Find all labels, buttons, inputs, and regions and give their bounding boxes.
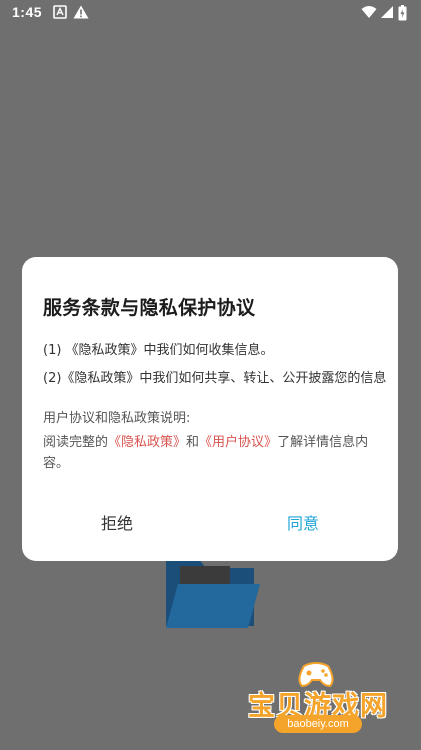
watermark-logo: 宝贝游戏网 baobeiy.com: [244, 660, 394, 740]
privacy-dialog: 服务条款与隐私保护协议 (1) 《隐私政策》中我们如何收集信息。 (2)《隐私政…: [22, 257, 398, 561]
clause-item-2: (2)《隐私政策》中我们如何共享、转让、公开披露您的信息: [43, 371, 387, 386]
watermark-url: baobeiy.com: [274, 715, 362, 733]
reject-button[interactable]: 拒绝: [37, 502, 197, 546]
alert-icon: [73, 5, 89, 22]
note-prefix: 阅读完整的: [43, 435, 109, 450]
agree-button[interactable]: 同意: [223, 502, 383, 546]
privacy-policy-link[interactable]: 《隐私政策》: [108, 435, 186, 450]
clause-item-1: (1) 《隐私政策》中我们如何收集信息。: [43, 343, 274, 358]
status-time: 1:45: [12, 4, 43, 20]
note-label: 用户协议和隐私政策说明:: [43, 411, 191, 426]
a-badge-icon: [53, 5, 67, 22]
dialog-title: 服务条款与隐私保护协议: [43, 297, 256, 319]
signal-icon: [380, 5, 394, 22]
user-agreement-link[interactable]: 《用户协议》: [199, 435, 277, 450]
note-and: 和: [186, 435, 200, 450]
note-body: 阅读完整的《隐私政策》和《用户协议》了解详情信息内容。: [43, 432, 378, 474]
status-bar: 1:45: [0, 0, 421, 26]
battery-icon: [398, 5, 407, 24]
wifi-icon: [361, 5, 377, 22]
